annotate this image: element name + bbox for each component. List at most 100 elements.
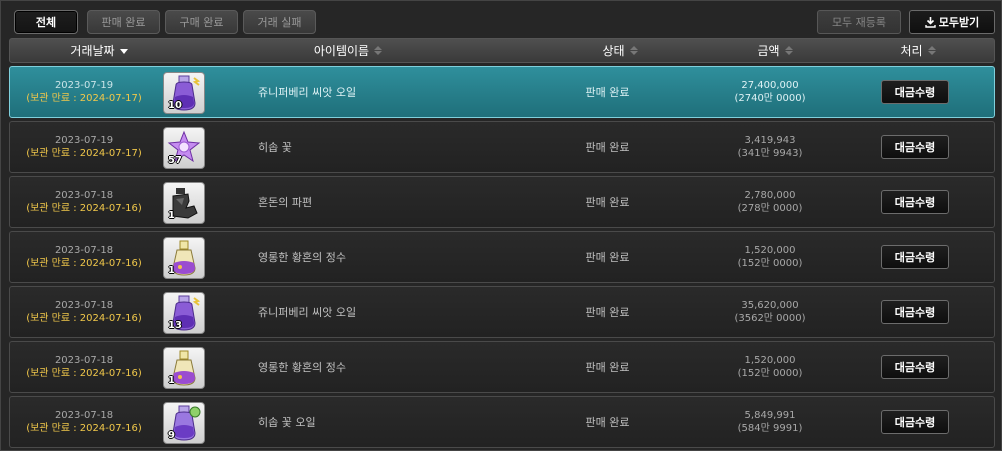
receive-all-button[interactable]: 모두받기 [909, 10, 995, 34]
price-korean: (2740만 0000) [734, 93, 806, 104]
sort-icon [784, 46, 793, 55]
claim-payment-button[interactable]: 대금수령 [881, 245, 949, 269]
trade-date: 2023-07-19 [54, 80, 114, 91]
item-quantity: 1 [168, 375, 175, 386]
column-status-label: 상태 [602, 44, 625, 58]
claim-payment-button[interactable]: 대금수령 [881, 135, 949, 159]
price-cell: 1,520,000 (152만 0000) [700, 232, 840, 282]
tab-trade-failed[interactable]: 거래 실패 [243, 10, 316, 34]
claim-payment-button[interactable]: 대금수령 [881, 300, 949, 324]
item-name: 혼돈의 파편 [258, 196, 313, 209]
column-action-label: 처리 [900, 44, 923, 58]
column-item-name[interactable]: 아이템이름 [248, 39, 448, 62]
sort-icon [629, 46, 638, 55]
juniper-seed-oil-icon[interactable]: 13 [163, 292, 205, 334]
hyssop-flower-oil-icon[interactable]: 9 [163, 402, 205, 444]
reregister-all-button[interactable]: 모두 재등록 [817, 10, 901, 34]
date-cell: 2023-07-19 (보관 만료 : 2024-07-17) [10, 122, 158, 172]
trade-date: 2023-07-18 [54, 245, 114, 256]
expire-date: (보관 만료 : 2024-07-17) [26, 148, 142, 159]
tab-sale-complete[interactable]: 판매 완료 [87, 10, 160, 34]
price-cell: 5,849,991 (584만 9991) [700, 397, 840, 447]
juniper-seed-oil-icon[interactable]: 10 [163, 72, 205, 114]
date-cell: 2023-07-18 (보관 만료 : 2024-07-16) [10, 287, 158, 337]
date-cell: 2023-07-18 (보관 만료 : 2024-07-16) [10, 177, 158, 227]
twilight-essence-icon[interactable]: 1 [163, 237, 205, 279]
sort-icon [374, 46, 383, 55]
item-name: 쥬니퍼베리 씨앗 오일 [258, 86, 357, 99]
table-row[interactable]: 2023-07-18 (보관 만료 : 2024-07-16) 1 영롱한 황혼… [9, 231, 995, 283]
trade-date: 2023-07-18 [54, 190, 114, 201]
price-value: 27,400,000 [741, 80, 799, 91]
column-amount-label: 금액 [757, 44, 780, 58]
sort-icon [927, 46, 936, 55]
item-name: 영롱한 황혼의 정수 [258, 251, 346, 264]
column-status[interactable]: 상태 [580, 39, 660, 62]
receive-all-label: 모두받기 [938, 16, 980, 29]
twilight-essence-icon[interactable]: 1 [163, 347, 205, 389]
table-row[interactable]: 2023-07-18 (보관 만료 : 2024-07-16) 1 혼돈의 파편… [9, 176, 995, 228]
table-row[interactable]: 2023-07-18 (보관 만료 : 2024-07-16) 13 쥬니퍼베리… [9, 286, 995, 338]
price-cell: 2,780,000 (278만 0000) [700, 177, 840, 227]
tab-all[interactable]: 전체 [14, 10, 78, 34]
price-cell: 1,520,000 (152만 0000) [700, 342, 840, 392]
column-amount[interactable]: 금액 [735, 39, 815, 62]
tab-purchase-complete[interactable]: 구매 완료 [165, 10, 238, 34]
download-icon [925, 16, 936, 28]
table-row[interactable]: 2023-07-19 (보관 만료 : 2024-07-17) 57 히솝 꽃 … [9, 121, 995, 173]
column-date[interactable]: 거래날짜 [10, 39, 188, 62]
expire-date: (보관 만료 : 2024-07-17) [26, 93, 142, 104]
trade-history-panel: 전체 판매 완료 구매 완료 거래 실패 모두 재등록 모두받기 거래날짜 아이… [0, 0, 1002, 451]
price-korean: (278만 0000) [737, 203, 803, 214]
column-action[interactable]: 처리 [878, 39, 958, 62]
trade-status: 판매 완료 [585, 251, 630, 264]
item-quantity: 57 [168, 155, 182, 166]
trade-status: 판매 완료 [585, 361, 630, 374]
sort-desc-icon [119, 49, 128, 54]
price-korean: (341만 9943) [737, 148, 803, 159]
price-korean: (152만 0000) [737, 368, 803, 379]
date-cell: 2023-07-19 (보관 만료 : 2024-07-17) [10, 67, 158, 117]
item-quantity: 10 [168, 100, 182, 111]
item-quantity: 9 [168, 430, 175, 441]
expire-date: (보관 만료 : 2024-07-16) [26, 368, 142, 379]
trade-date: 2023-07-19 [54, 135, 114, 146]
price-cell: 35,620,000 (3562만 0000) [700, 287, 840, 337]
item-quantity: 1 [168, 210, 175, 221]
trade-status: 판매 완료 [585, 306, 630, 319]
price-value: 3,419,943 [744, 135, 796, 146]
claim-payment-button[interactable]: 대금수령 [881, 410, 949, 434]
price-value: 35,620,000 [741, 300, 799, 311]
trade-status: 판매 완료 [585, 416, 630, 429]
trade-date: 2023-07-18 [54, 355, 114, 366]
column-date-label: 거래날짜 [70, 44, 115, 58]
table-row[interactable]: 2023-07-18 (보관 만료 : 2024-07-16) 1 영롱한 황혼… [9, 341, 995, 393]
column-item-name-label: 아이템이름 [313, 44, 370, 58]
trade-status: 판매 완료 [585, 196, 630, 209]
claim-payment-button[interactable]: 대금수령 [881, 80, 949, 104]
trade-status: 판매 완료 [585, 86, 630, 99]
item-name: 영롱한 황혼의 정수 [258, 361, 346, 374]
claim-payment-button[interactable]: 대금수령 [881, 190, 949, 214]
date-cell: 2023-07-18 (보관 만료 : 2024-07-16) [10, 342, 158, 392]
chaos-fragment-icon[interactable]: 1 [163, 182, 205, 224]
sniffing-flower-icon[interactable]: 57 [163, 127, 205, 169]
price-korean: (584만 9991) [737, 423, 803, 434]
price-value: 2,780,000 [744, 190, 796, 201]
trade-status: 판매 완료 [585, 141, 630, 154]
expire-date: (보관 만료 : 2024-07-16) [26, 203, 142, 214]
date-cell: 2023-07-18 (보관 만료 : 2024-07-16) [10, 232, 158, 282]
price-value: 1,520,000 [744, 245, 796, 256]
item-quantity: 1 [168, 265, 175, 276]
table-row[interactable]: 2023-07-18 (보관 만료 : 2024-07-16) 9 히솝 꽃 오… [9, 396, 995, 448]
trade-date: 2023-07-18 [54, 410, 114, 421]
item-quantity: 13 [168, 320, 182, 331]
claim-payment-button[interactable]: 대금수령 [881, 355, 949, 379]
table-row[interactable]: 2023-07-19 (보관 만료 : 2024-07-17) 10 쥬니퍼베리… [9, 66, 995, 118]
price-cell: 27,400,000 (2740만 0000) [700, 67, 840, 117]
item-name: 히솝 꽃 [258, 141, 292, 154]
price-value: 1,520,000 [744, 355, 796, 366]
item-name: 히솝 꽃 오일 [258, 416, 316, 429]
price-korean: (152만 0000) [737, 258, 803, 269]
expire-date: (보관 만료 : 2024-07-16) [26, 313, 142, 324]
